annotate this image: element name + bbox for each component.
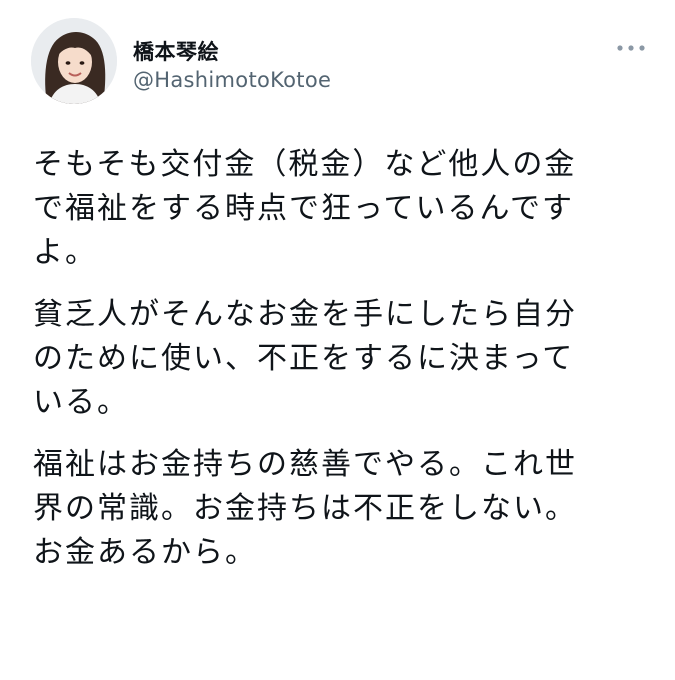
tweet-paragraph-1: そもそも交付金（税金）など他人の金 で福祉をする時点で狂っているんです よ。 — [33, 143, 643, 275]
tweet-text: そもそも交付金（税金）など他人の金 で福祉をする時点で狂っているんです よ。 貧… — [33, 143, 643, 593]
tweet-line: よ。 — [33, 235, 97, 270]
tweet-paragraph-3: 福祉はお金持ちの慈善でやる。これ世 界の常識。お金持ちは不正をしない。 お金ある… — [33, 443, 643, 575]
tweet-line: 福祉はお金持ちの慈善でやる。これ世 — [33, 447, 577, 482]
author-display-name[interactable]: 橋本琴絵 — [133, 36, 219, 66]
tweet-line: で福祉をする時点で狂っているんです — [33, 191, 574, 226]
tweet-line: 界の常識。お金持ちは不正をしない。 — [33, 491, 577, 526]
more-options-button[interactable] — [612, 36, 650, 60]
avatar[interactable] — [31, 18, 117, 104]
tweet-paragraph-2: 貧乏人がそんなお金を手にしたら自分 のために使い、不正をするに決まって いる。 — [33, 293, 643, 425]
tweet-line: そもそも交付金（税金）など他人の金 — [33, 147, 577, 182]
author-handle[interactable]: @HashimotoKotoe — [133, 68, 331, 92]
tweet-line: いる。 — [33, 385, 129, 420]
tweet-line: のために使い、不正をするに決まって — [33, 341, 575, 376]
tweet-header: 橋本琴絵 @HashimotoKotoe — [0, 0, 675, 130]
tweet-line: 貧乏人がそんなお金を手にしたら自分 — [33, 297, 577, 332]
tweet-line: お金あるから。 — [33, 535, 257, 570]
profile-photo-icon — [31, 18, 117, 104]
more-options-icon — [617, 45, 645, 51]
